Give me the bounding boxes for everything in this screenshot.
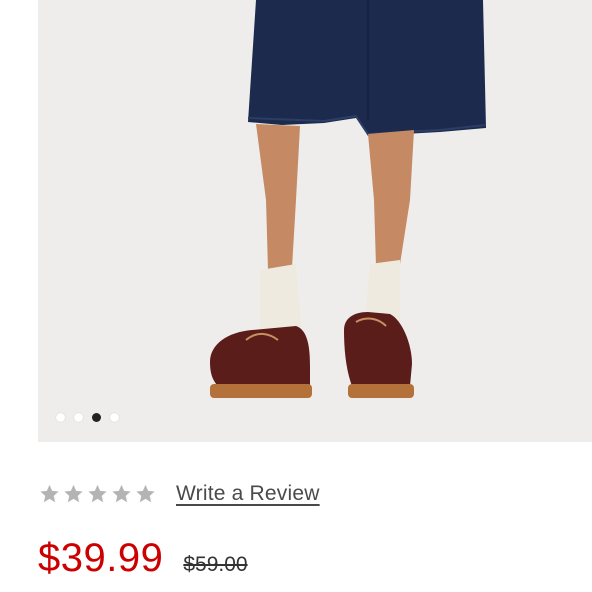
star-icon — [64, 484, 83, 503]
carousel-dot-3[interactable] — [92, 412, 101, 422]
star-icon — [136, 484, 155, 503]
product-image[interactable] — [38, 0, 592, 442]
star-icon — [112, 484, 131, 503]
carousel-dot-1[interactable] — [56, 412, 65, 422]
star-rating — [38, 483, 157, 505]
carousel-dot-4[interactable] — [110, 412, 119, 422]
product-photo-icon — [38, 0, 592, 442]
image-carousel-dots — [56, 411, 119, 423]
carousel-dot-2[interactable] — [74, 412, 83, 422]
rating-row: Write a Review — [38, 478, 320, 510]
original-price: $59.00 — [183, 553, 248, 576]
star-icon — [88, 484, 107, 503]
star-icon — [40, 484, 59, 503]
sale-price: $39.99 — [38, 536, 164, 580]
write-review-link[interactable]: Write a Review — [176, 482, 320, 506]
product-page: Write a Review $39.99 $59.00 — [0, 0, 592, 592]
price-row: $39.99 $59.00 — [38, 536, 248, 592]
